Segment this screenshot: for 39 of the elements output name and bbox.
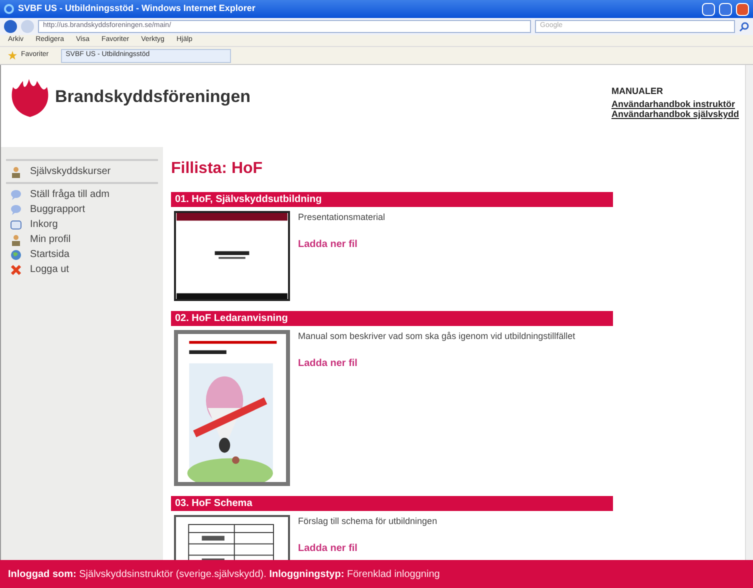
download-link[interactable]: Ladda ner fil <box>298 356 576 370</box>
sidebar-item[interactable]: Startsida <box>6 247 158 262</box>
globe-icon <box>10 248 22 260</box>
sidebar-item[interactable]: Logga ut <box>6 262 158 277</box>
browser-icon <box>4 4 14 14</box>
page-title: Fillista: HoF <box>171 159 264 179</box>
sidebar-item[interactable]: Buggrapport <box>6 202 158 217</box>
manual-link[interactable]: Användarhandbok självskydd <box>611 108 739 118</box>
close-button[interactable] <box>736 2 749 16</box>
file-header: 01. HoF, Självskyddsutbildning <box>171 192 613 207</box>
file-header: 03. HoF Schema <box>171 496 613 511</box>
sidebar-item[interactable]: Självskyddskurser <box>6 164 158 179</box>
file-header: 02. HoF Ledaranvisning <box>171 311 613 326</box>
minimize-button[interactable] <box>702 2 715 16</box>
manual-link[interactable]: Användarhandbok instruktör <box>611 98 739 108</box>
file-description: Presentationsmaterial <box>298 211 386 224</box>
speech-bubble-icon <box>10 188 22 200</box>
sidebar-item[interactable]: Inkorg <box>6 217 158 232</box>
inbox-icon <box>10 218 22 230</box>
close-icon <box>10 264 22 276</box>
search-icon[interactable] <box>739 22 749 32</box>
speech-bubble-icon <box>10 204 22 216</box>
file-description: Förslag till schema för utbildningen <box>298 515 438 528</box>
file-description: Manual som beskriver vad som ska gås igenom vid utbildningstillfället <box>298 330 576 343</box>
manuals-heading: MANUALER <box>611 85 664 98</box>
logo-text: Brandskyddsföreningen <box>55 86 251 108</box>
person-icon <box>10 166 22 178</box>
login-info: Inloggad som: Självskyddsinstruktör (sverige.självskydd). Inloggningstyp: Förenklad inloggning <box>8 568 440 582</box>
sidebar-item[interactable]: Ställ fråga till adm <box>6 187 158 202</box>
download-link[interactable]: Ladda ner fil <box>298 236 386 252</box>
download-link[interactable]: Ladda ner fil <box>298 540 438 556</box>
star-icon <box>8 51 17 60</box>
flame-logo-icon <box>9 77 51 117</box>
scrollbar[interactable] <box>745 65 753 560</box>
sidebar-item[interactable]: Min profil <box>6 232 158 247</box>
back-button[interactable] <box>4 20 17 33</box>
window-title: SVBF US - Utbildningsstöd - Windows Internet Explorer <box>18 2 256 16</box>
maximize-button[interactable] <box>719 2 732 16</box>
person-icon <box>10 234 22 246</box>
